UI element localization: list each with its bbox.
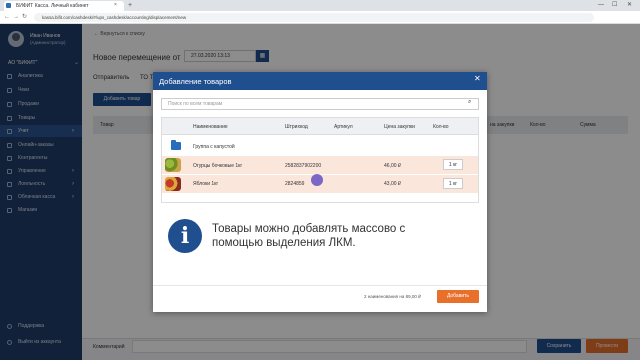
- quantity-field[interactable]: 1 кг: [443, 159, 463, 170]
- add-button[interactable]: Добавить: [437, 290, 479, 303]
- product-barcode: 2824859: [285, 181, 305, 187]
- reload-icon[interactable]: ↻: [22, 11, 27, 24]
- browser-tab[interactable]: БИФИТ Касса. Личный кабинет: [4, 1, 124, 11]
- column-header: Штрихкод: [285, 124, 308, 130]
- product-thumbnail: [165, 177, 181, 191]
- back-nav-icon[interactable]: ←: [4, 11, 10, 24]
- group-row[interactable]: Группа с капустой: [193, 144, 235, 150]
- search-icon[interactable]: ⌕: [468, 99, 471, 106]
- product-thumbnail: [165, 158, 181, 172]
- divider: [153, 285, 487, 286]
- minimize-icon[interactable]: —: [598, 0, 604, 10]
- folder-icon: [171, 140, 181, 150]
- column-header: Цена закупки: [384, 124, 415, 130]
- search-input[interactable]: Поиск по всем товарам: [161, 98, 479, 110]
- window-close-icon[interactable]: ✕: [627, 0, 632, 10]
- quantity-field[interactable]: 1 кг: [443, 178, 463, 189]
- forward-nav-icon[interactable]: →: [13, 11, 19, 24]
- close-icon[interactable]: ✕: [474, 74, 481, 83]
- product-price: 46,00 ₽: [384, 163, 402, 169]
- product-barcode: 2582837902200: [285, 163, 322, 169]
- info-icon: i: [168, 219, 202, 253]
- tab-close-icon[interactable]: ×: [114, 0, 117, 10]
- product-price: 43,00 ₽: [384, 181, 402, 187]
- url-field[interactable]: kassa.bifit.com/cashdesk/#/ups_cashdesk/…: [34, 13, 594, 22]
- selection-summary: 2 наименования на 89,00 ₽: [364, 294, 421, 299]
- column-header: Кол-во: [433, 124, 449, 130]
- maximize-icon[interactable]: ☐: [612, 0, 617, 10]
- product-name: Огурцы бочковые 1кг: [193, 163, 243, 169]
- modal-title: Добавление товаров: [159, 77, 232, 86]
- info-hint: Товары можно добавлять массово с помощью…: [212, 223, 406, 249]
- mouse-cursor-highlight: [311, 174, 323, 186]
- favicon-icon: [6, 3, 11, 8]
- column-header: Наименование: [193, 124, 228, 130]
- column-header: Артикул: [334, 124, 353, 130]
- new-tab-icon[interactable]: +: [128, 0, 132, 11]
- product-name: Яблоки 1кг: [193, 181, 219, 187]
- tab-title: БИФИТ Касса. Личный кабинет: [16, 3, 89, 9]
